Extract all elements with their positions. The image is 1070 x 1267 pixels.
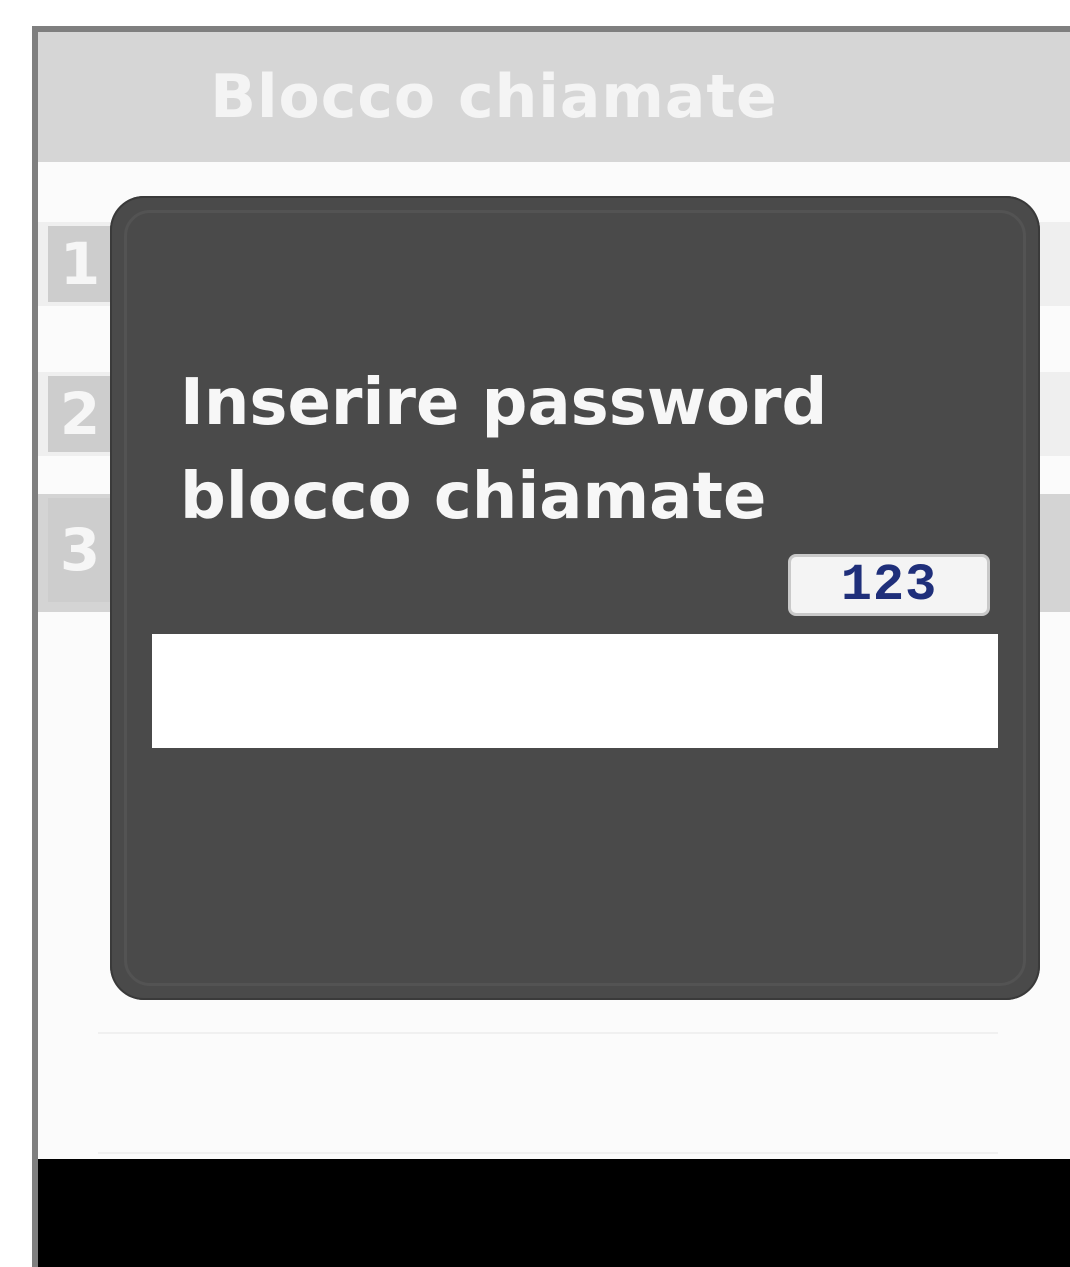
input-mode-badge: 123 xyxy=(788,554,990,616)
screen-title: Blocco chiamate xyxy=(210,62,778,132)
password-dialog: Inserire password blocco chiamate 123 xyxy=(110,196,1040,1000)
password-input[interactable] xyxy=(152,634,998,748)
title-bar: Blocco chiamate xyxy=(38,32,1070,162)
top-margin xyxy=(0,0,1070,26)
softkey-bar xyxy=(38,1159,1070,1267)
input-mode-label: 123 xyxy=(840,555,938,615)
menu-item-number: 1 xyxy=(48,226,112,302)
divider xyxy=(98,1152,998,1154)
prompt-line-1: Inserire password xyxy=(180,366,828,440)
prompt-line-2: blocco chiamate xyxy=(180,460,767,534)
menu-item-number: 3 xyxy=(48,498,112,602)
dialog-prompt: Inserire password blocco chiamate xyxy=(180,356,940,544)
menu-item-number: 2 xyxy=(48,376,112,452)
divider xyxy=(98,1032,998,1034)
